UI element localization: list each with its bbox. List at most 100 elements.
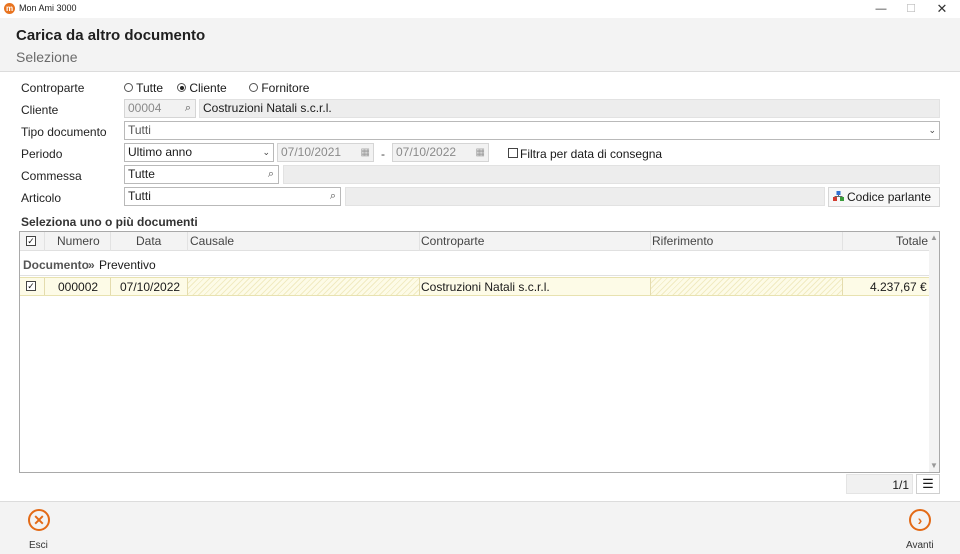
maximize-button[interactable]: ☐ [896,1,926,17]
app-logo-icon: m [4,3,15,14]
radio-tutte[interactable]: Tutte [124,81,163,95]
table-row[interactable]: ✓ 000002 07/10/2022 Costruzioni Natali s… [20,277,929,296]
row-divider [842,278,843,295]
close-window-button[interactable]: ✕ [927,1,957,17]
col-riferimento[interactable]: Riferimento [652,234,713,248]
group-field: Documento [23,258,89,272]
periodo-value: Ultimo anno [128,145,193,159]
commessa-description [283,165,940,184]
page-subtitle: Selezione [16,49,78,65]
calendar-icon: ▦ [475,147,485,158]
commessa-label: Commessa [21,169,82,183]
page-title: Carica da altro documento [16,27,206,44]
chevron-down-icon: ⌄ [928,125,936,135]
radio-fornitore-dot[interactable] [249,83,258,92]
avanti-button[interactable]: › Avanti [902,508,942,552]
radio-cliente-dot[interactable] [177,83,186,92]
cell-riferimento [651,278,842,295]
minimize-button[interactable]: — [866,1,896,17]
radio-tutte-dot[interactable] [124,83,133,92]
periodo-select[interactable]: Ultimo anno ⌄ [124,143,274,162]
articolo-field[interactable]: Tutti ⌕ [124,187,341,206]
arrow-right-circle-icon: › [909,509,931,531]
tipo-documento-value: Tutti [128,123,151,137]
group-value: Preventivo [99,258,156,272]
articolo-description [345,187,825,206]
title-bar: m Mon Ami 3000 — ☐ ✕ [0,0,960,18]
codice-parlante-label: Codice parlante [847,190,932,204]
header-divider [419,232,420,251]
col-data[interactable]: Data [136,234,161,248]
controparte-label: Controparte [21,81,85,95]
esci-label: Esci [29,540,48,551]
close-circle-icon: ✕ [28,509,50,531]
cliente-code-field: 00004 ⌕ [124,99,196,118]
dialog-header: Carica da altro documento Selezione [0,18,960,72]
cliente-label: Cliente [21,103,59,117]
search-icon[interactable]: ⌕ [268,166,274,183]
cell-numero: 000002 [58,280,99,294]
date-from-field: 07/10/2021 ▦ [277,143,374,162]
header-divider [650,232,651,251]
scroll-down-icon[interactable]: ▼ [930,461,938,470]
header-divider [842,232,843,251]
cell-data: 07/10/2022 [120,280,181,294]
avanti-label: Avanti [906,540,934,551]
radio-cliente-label: Cliente [189,81,227,95]
col-controparte[interactable]: Controparte [421,234,484,248]
radio-cliente[interactable]: Cliente [177,81,227,95]
search-icon: ⌕ [184,102,191,114]
footer-bar: ✕ Esci › Avanti [0,501,960,554]
group-separator: » [88,258,95,272]
cliente-name-field: Costruzioni Natali s.c.r.l. [199,99,940,118]
cell-totale: 4.237,67 € [870,280,927,294]
header-divider [44,232,45,251]
pager: 1/1 [846,474,913,494]
radio-fornitore-label: Fornitore [261,81,310,95]
periodo-label: Periodo [21,147,63,161]
pager-text: 1/1 [892,478,909,492]
calendar-icon: ▦ [360,147,370,158]
vertical-scrollbar[interactable]: ▲ ▼ [929,232,939,472]
window-title: Mon Ami 3000 [19,3,77,13]
col-numero[interactable]: Numero [57,234,100,248]
search-icon[interactable]: ⌕ [330,188,336,205]
radio-tutte-label: Tutte [136,81,164,95]
articolo-value: Tutti [128,189,151,203]
commessa-field[interactable]: Tutte ⌕ [124,165,279,184]
row-divider [44,278,45,295]
cliente-name: Costruzioni Natali s.c.r.l. [203,101,332,115]
col-totale[interactable]: Totale [896,234,928,248]
tipo-documento-select[interactable]: Tutti ⌄ [124,121,940,140]
codice-parlante-button[interactable]: Codice parlante [828,187,940,207]
row-divider [110,278,111,295]
codice-parlante-icon [833,191,844,202]
date-to: 07/10/2022 [396,145,457,159]
group-row[interactable]: Documento » Preventivo [20,254,929,276]
filtra-consegna-checkbox[interactable] [508,148,518,158]
date-to-field: 07/10/2022 ▦ [392,143,489,162]
row-divider [419,278,420,295]
date-separator: - [381,147,385,161]
date-from: 07/10/2021 [281,145,342,159]
cliente-code: 00004 [128,101,162,115]
radio-fornitore[interactable]: Fornitore [249,81,309,95]
documents-grid: ✓ Numero Data Causale Controparte Riferi… [19,231,940,473]
cell-causale [188,278,419,295]
scroll-up-icon[interactable]: ▲ [930,233,938,242]
row-checkbox[interactable]: ✓ [26,281,36,291]
tipo-documento-label: Tipo documento [21,125,107,139]
chevron-down-icon: ⌄ [262,147,270,157]
header-divider [187,232,188,251]
commessa-value: Tutte [128,167,155,181]
col-causale[interactable]: Causale [190,234,234,248]
grid-header: ✓ Numero Data Causale Controparte Riferi… [20,232,929,251]
menu-icon[interactable]: ☰ [916,474,940,494]
header-divider [110,232,111,251]
section-title: Seleziona uno o più documenti [21,215,198,229]
filtra-consegna-label: Filtra per data di consegna [520,147,663,161]
articolo-label: Articolo [21,191,62,205]
select-all-checkbox[interactable]: ✓ [26,236,36,246]
esci-button[interactable]: ✕ Esci [24,508,56,552]
cell-controparte: Costruzioni Natali s.c.r.l. [421,280,550,294]
